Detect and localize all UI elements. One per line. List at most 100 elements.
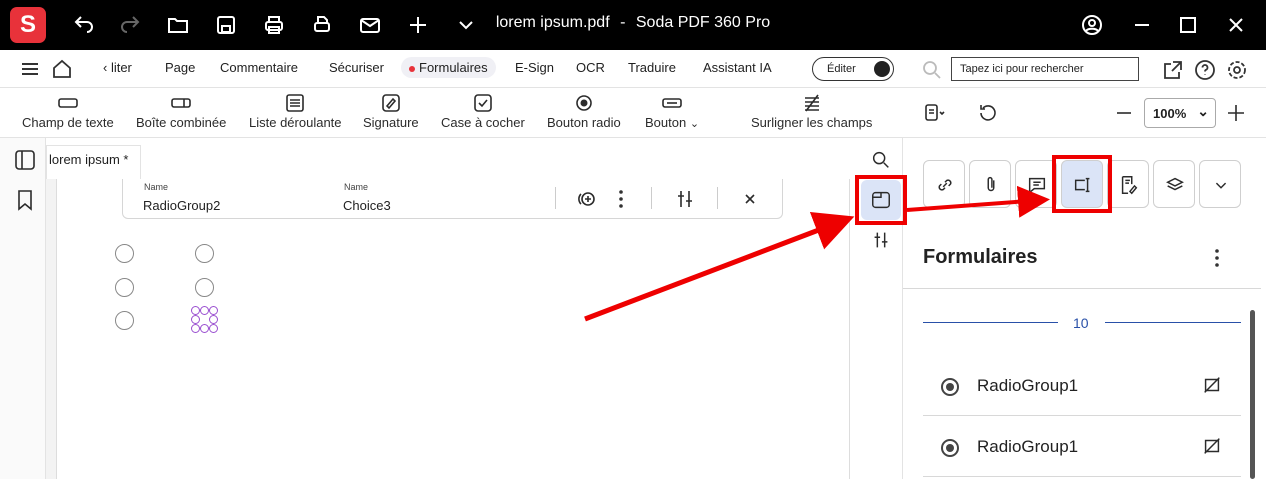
pdf-page[interactable] xyxy=(56,179,850,479)
signature-panel-button[interactable] xyxy=(1107,160,1149,208)
close-icon[interactable] xyxy=(1224,13,1248,37)
visibility-off-icon[interactable] xyxy=(1201,435,1223,457)
layers-button[interactable] xyxy=(1153,160,1195,208)
zoom-select[interactable]: 100% ⌄ xyxy=(1144,98,1216,128)
properties-panel-button[interactable] xyxy=(861,220,901,260)
link-button[interactable] xyxy=(923,160,965,208)
highlight-box xyxy=(1052,155,1112,213)
search-panel-button[interactable] xyxy=(861,140,901,180)
account-icon[interactable] xyxy=(1080,13,1104,37)
list-item-label: RadioGroup1 xyxy=(977,376,1079,395)
handle[interactable] xyxy=(209,315,218,324)
help-icon[interactable] xyxy=(1193,58,1217,82)
panel-toggle-icon[interactable] xyxy=(13,148,37,172)
checkbox-tool[interactable]: Case à cocher xyxy=(441,94,525,130)
home-icon[interactable] xyxy=(50,57,74,81)
selected-radio-field[interactable] xyxy=(191,306,220,335)
menu-item-translate[interactable]: Traduire xyxy=(628,60,676,75)
list-item[interactable]: RadioGroup1 xyxy=(923,417,1241,477)
settings-gear-icon[interactable] xyxy=(1225,58,1249,82)
handle[interactable] xyxy=(191,315,200,324)
radio-button-tool[interactable]: Bouton radio xyxy=(547,94,621,130)
menu-item-esign[interactable]: E-Sign xyxy=(515,60,554,75)
handle[interactable] xyxy=(209,324,218,333)
menu-bar: ‹ liter Page Commentaire Sécuriser Formu… xyxy=(0,50,1266,88)
chevron-down-icon xyxy=(1215,182,1227,189)
link-icon xyxy=(938,179,952,191)
highlight-fields-tool[interactable]: Surligner les champs xyxy=(751,94,872,130)
divider xyxy=(1105,322,1241,323)
button-tool[interactable]: Bouton ⌄ xyxy=(645,94,699,130)
close-field-bar-icon[interactable] xyxy=(738,187,762,211)
radio-field[interactable] xyxy=(115,311,134,330)
zoom-out-icon[interactable] xyxy=(1112,101,1136,125)
page-view-icon[interactable] xyxy=(922,101,946,125)
group-name-value[interactable]: RadioGroup2 xyxy=(143,198,220,213)
menu-item-ocr[interactable]: OCR xyxy=(576,60,605,75)
tool-label: Bouton xyxy=(645,115,687,130)
menu-item-ai-assistant[interactable]: Assistant IA xyxy=(703,60,772,75)
handle[interactable] xyxy=(200,306,209,315)
handle[interactable] xyxy=(191,306,200,315)
handle[interactable] xyxy=(209,306,218,315)
document-tab[interactable]: lorem ipsum * xyxy=(46,145,141,179)
more-panels-button[interactable] xyxy=(1199,160,1241,208)
signature-icon xyxy=(380,94,402,112)
toggle-knob xyxy=(874,61,890,77)
handle[interactable] xyxy=(200,324,209,333)
properties-sliders-icon[interactable] xyxy=(673,187,697,211)
combo-box-icon xyxy=(170,94,192,112)
hamburger-icon[interactable] xyxy=(18,57,42,81)
bookmark-icon[interactable] xyxy=(13,188,37,212)
tool-label: Bouton radio xyxy=(547,115,621,130)
combo-box-tool[interactable]: Boîte combinée xyxy=(136,94,226,130)
panel-title: Formulaires xyxy=(923,246,1038,268)
menu-item-secure[interactable]: Sécuriser xyxy=(329,60,384,75)
list-item[interactable]: RadioGroup1 xyxy=(923,356,1241,416)
search-icon[interactable] xyxy=(920,58,944,82)
add-option-icon[interactable] xyxy=(575,187,599,211)
radio-field[interactable] xyxy=(115,244,134,263)
title-app: Soda PDF 360 Pro xyxy=(635,14,771,31)
menu-item-comment[interactable]: Commentaire xyxy=(220,60,298,75)
field-count: 10 xyxy=(1073,315,1089,331)
paperclip-icon xyxy=(987,176,995,192)
radio-group-icon xyxy=(941,378,959,396)
signature-tool[interactable]: Signature xyxy=(363,94,419,130)
app-window: S lorem ipsum.pdf - Soda PDF 360 Pro ‹ l… xyxy=(0,0,1266,479)
title-bar: S lorem ipsum.pdf - Soda PDF 360 Pro xyxy=(0,0,1266,50)
radio-field[interactable] xyxy=(115,278,134,297)
sign-document-icon xyxy=(1121,176,1138,195)
menu-item-page[interactable]: Page xyxy=(165,60,195,75)
tool-label: Liste déroulante xyxy=(249,115,342,130)
menu-item-forms[interactable]: Formulaires xyxy=(401,57,496,78)
share-icon[interactable] xyxy=(1161,58,1185,82)
more-vertical-icon[interactable] xyxy=(1205,246,1229,270)
text-field-tool[interactable]: Champ de texte xyxy=(22,94,114,130)
panel-scrollbar[interactable] xyxy=(1250,310,1255,479)
layers-icon xyxy=(1166,177,1184,191)
rotate-icon[interactable] xyxy=(976,101,1000,125)
attachment-button[interactable] xyxy=(969,160,1011,208)
minimize-icon[interactable] xyxy=(1130,13,1154,37)
chevron-down-icon[interactable]: ⌄ xyxy=(690,118,699,130)
radio-field[interactable] xyxy=(195,244,214,263)
menu-item-forms-label: Formulaires xyxy=(419,60,488,75)
more-vertical-icon[interactable] xyxy=(609,187,633,211)
tool-label: Boîte combinée xyxy=(136,115,227,130)
handle[interactable] xyxy=(191,324,200,333)
search-input[interactable]: Tapez ici pour rechercher xyxy=(951,57,1139,81)
choice-name-value[interactable]: Choice3 xyxy=(343,198,391,213)
list-item-label: RadioGroup1 xyxy=(977,437,1079,456)
comments-button[interactable] xyxy=(1015,160,1057,208)
dropdown-list-tool[interactable]: Liste déroulante xyxy=(249,94,342,130)
zoom-in-icon[interactable] xyxy=(1224,101,1248,125)
menu-item-edit[interactable]: ‹ liter xyxy=(103,60,132,75)
checkbox-icon xyxy=(472,94,494,112)
radio-field[interactable] xyxy=(195,278,214,297)
edit-toggle[interactable]: Éditer xyxy=(812,57,894,81)
visibility-off-icon[interactable] xyxy=(1201,374,1223,396)
divider xyxy=(923,322,1058,323)
divider xyxy=(717,187,718,209)
maximize-icon[interactable] xyxy=(1176,13,1200,37)
